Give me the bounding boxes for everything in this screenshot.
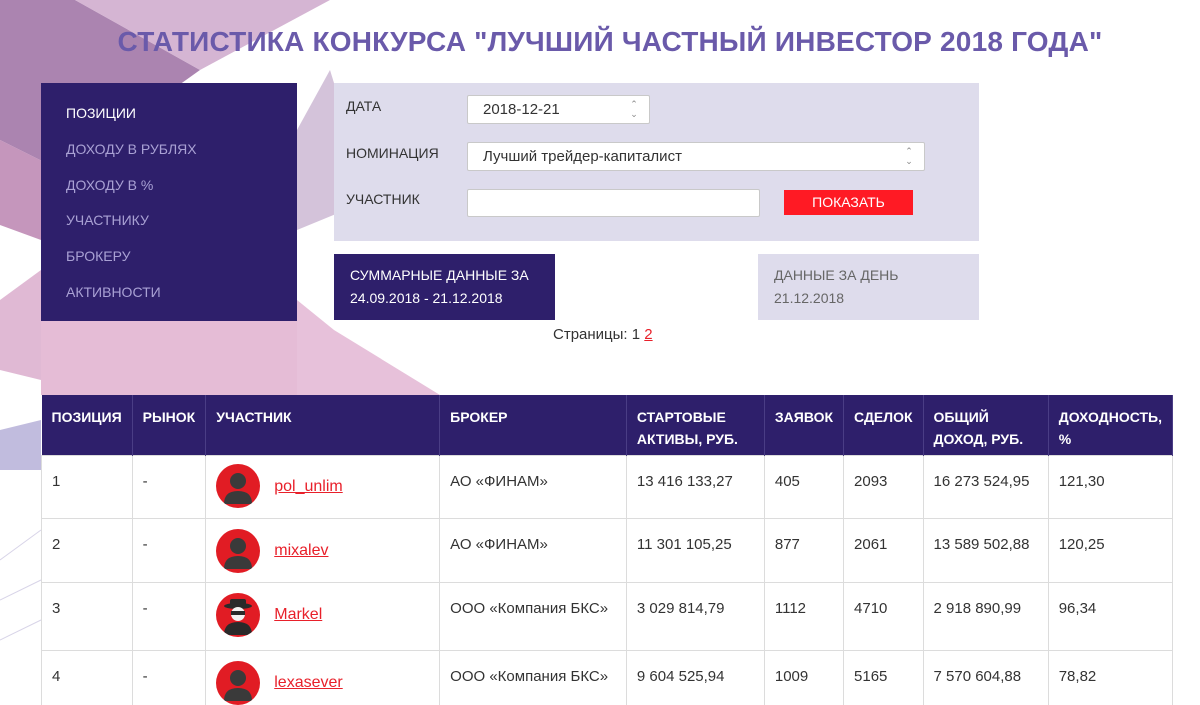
cell-total-income: 16 273 524,95 xyxy=(922,454,1049,519)
tab-summary-range: 24.09.2018 - 21.12.2018 xyxy=(350,290,503,306)
col-header-market: РЫНОК xyxy=(132,395,207,455)
select-arrows-icon: ⌃ ⌄ xyxy=(905,146,913,166)
sidebar-item-activity[interactable]: АКТИВНОСТИ xyxy=(41,282,297,318)
date-value: 2018-12-21 xyxy=(483,101,560,118)
cell-broker: АО «ФИНАМ» xyxy=(439,517,627,583)
user-silhouette-icon xyxy=(216,660,261,705)
cell-orders: 877 xyxy=(763,517,845,583)
table-row: 4 - lexasever ООО «Компания БКС» 9 604 5… xyxy=(41,649,1174,705)
cell-market: - xyxy=(131,581,207,651)
cell-position: 1 xyxy=(41,454,133,519)
col-header-orders: ЗАЯВОК xyxy=(764,395,845,455)
cell-deals: 2061 xyxy=(843,517,924,583)
cell-market: - xyxy=(131,517,207,583)
cell-broker: АО «ФИНАМ» xyxy=(439,454,627,519)
sidebar-item-positions[interactable]: ПОЗИЦИИ xyxy=(41,103,297,139)
cell-participant: pol_unlim xyxy=(205,454,441,519)
col-header-yield: ДОХОДНОСТЬ, % xyxy=(1048,395,1174,455)
cell-total-income: 13 589 502,88 xyxy=(922,517,1049,583)
date-input[interactable]: 2018-12-21 ⌃ ⌄ xyxy=(467,95,650,124)
cell-start-assets: 13 416 133,27 xyxy=(625,454,765,519)
pagination: Страницы: 1 2 xyxy=(553,326,653,343)
user-silhouette-icon xyxy=(216,528,261,573)
cell-participant: lexasever xyxy=(205,649,441,705)
cell-orders: 1009 xyxy=(763,649,845,705)
tab-summary-title: СУММАРНЫЕ ДАННЫЕ ЗА xyxy=(350,267,529,283)
pagination-label: Страницы: xyxy=(553,326,628,343)
user-silhouette-icon xyxy=(216,463,261,508)
participant-link[interactable]: mixalev xyxy=(274,539,328,563)
sidebar-item-broker[interactable]: БРОКЕРУ xyxy=(41,246,297,282)
cell-market: - xyxy=(131,454,207,519)
cell-yield: 120,25 xyxy=(1047,517,1174,583)
participant-label: УЧАСТНИК xyxy=(346,191,420,207)
participant-link[interactable]: lexasever xyxy=(274,671,342,695)
cell-deals: 5165 xyxy=(843,649,924,705)
participant-link[interactable]: pol_unlim xyxy=(274,475,342,499)
spinner-arrows-icon[interactable]: ⌃ ⌄ xyxy=(629,99,639,119)
page-title: СТАТИСТИКА КОНКУРСА "ЛУЧШИЙ ЧАСТНЫЙ ИНВЕ… xyxy=(117,26,1103,57)
nomination-select[interactable]: Лучший трейдер-капиталист ⌃ ⌄ xyxy=(467,142,925,171)
col-header-start-assets: СТАРТОВЫЕ АКТИВЫ, РУБ. xyxy=(626,395,765,455)
cell-broker: ООО «Компания БКС» xyxy=(439,581,627,651)
col-header-deals: СДЕЛОК xyxy=(843,395,924,455)
tab-summary[interactable]: СУММАРНЫЕ ДАННЫЕ ЗА 24.09.2018 - 21.12.2… xyxy=(334,254,555,320)
date-label: ДАТА xyxy=(346,98,382,114)
cell-deals: 2093 xyxy=(843,454,924,519)
cell-yield: 78,82 xyxy=(1047,649,1174,705)
masked-user-icon xyxy=(216,592,261,637)
col-header-broker: БРОКЕР xyxy=(439,395,627,455)
cell-yield: 121,30 xyxy=(1047,454,1174,519)
nomination-value: Лучший трейдер-капиталист xyxy=(483,148,682,165)
cell-market: - xyxy=(131,649,207,705)
cell-start-assets: 9 604 525,94 xyxy=(625,649,765,705)
cell-orders: 1112 xyxy=(763,581,845,651)
table-row: 2 - mixalev АО «ФИНАМ» 11 301 105,25 877… xyxy=(41,517,1174,583)
cell-total-income: 2 918 890,99 xyxy=(922,581,1049,651)
cell-total-income: 7 570 604,88 xyxy=(922,649,1049,705)
tab-day-title: ДАННЫЕ ЗА ДЕНЬ xyxy=(774,267,899,283)
cell-participant: mixalev xyxy=(205,517,441,583)
cell-yield: 96,34 xyxy=(1047,581,1174,651)
table-row: 1 - pol_unlim АО «ФИНАМ» 13 416 133,27 4… xyxy=(41,454,1174,519)
participant-link[interactable]: Markel xyxy=(274,603,322,627)
page-link-2[interactable]: 2 xyxy=(644,326,652,343)
cell-start-assets: 11 301 105,25 xyxy=(625,517,765,583)
col-header-total-income: ОБЩИЙ ДОХОД, РУБ. xyxy=(923,395,1049,455)
cell-position: 3 xyxy=(41,581,133,651)
table-row: 3 - Markel ООО «Компания БКС» 3 029 814,… xyxy=(41,581,1174,651)
show-button[interactable]: ПОКАЗАТЬ xyxy=(784,190,913,215)
page-current: 1 xyxy=(631,326,641,343)
cell-participant: Markel xyxy=(205,581,441,651)
table-header-row: ПОЗИЦИЯ РЫНОК УЧАСТНИК БРОКЕР СТАРТОВЫЕ … xyxy=(41,395,1174,455)
tab-day[interactable]: ДАННЫЕ ЗА ДЕНЬ 21.12.2018 xyxy=(758,254,979,320)
results-table: ПОЗИЦИЯ РЫНОК УЧАСТНИК БРОКЕР СТАРТОВЫЕ … xyxy=(41,395,1174,705)
sidebar-item-income-percent[interactable]: ДОХОДУ В % xyxy=(41,175,297,211)
nomination-label: НОМИНАЦИЯ xyxy=(346,145,439,161)
cell-deals: 4710 xyxy=(843,581,924,651)
col-header-participant: УЧАСТНИК xyxy=(205,395,441,455)
col-header-position: ПОЗИЦИЯ xyxy=(41,395,133,455)
cell-orders: 405 xyxy=(763,454,845,519)
tab-day-date: 21.12.2018 xyxy=(774,290,845,306)
filter-panel: ДАТА 2018-12-21 ⌃ ⌄ НОМИНАЦИЯ Лучший трей… xyxy=(334,83,979,241)
cell-start-assets: 3 029 814,79 xyxy=(625,581,765,651)
sidebar-item-participant[interactable]: УЧАСТНИКУ xyxy=(41,210,297,246)
sidebar-item-income-rub[interactable]: ДОХОДУ В РУБЛЯХ xyxy=(41,139,297,175)
cell-position: 4 xyxy=(41,649,133,705)
participant-input[interactable] xyxy=(467,189,760,217)
cell-position: 2 xyxy=(41,517,133,583)
sidebar-nav: ПОЗИЦИИ ДОХОДУ В РУБЛЯХ ДОХОДУ В % УЧАСТ… xyxy=(41,83,297,321)
cell-broker: ООО «Компания БКС» xyxy=(439,649,627,705)
